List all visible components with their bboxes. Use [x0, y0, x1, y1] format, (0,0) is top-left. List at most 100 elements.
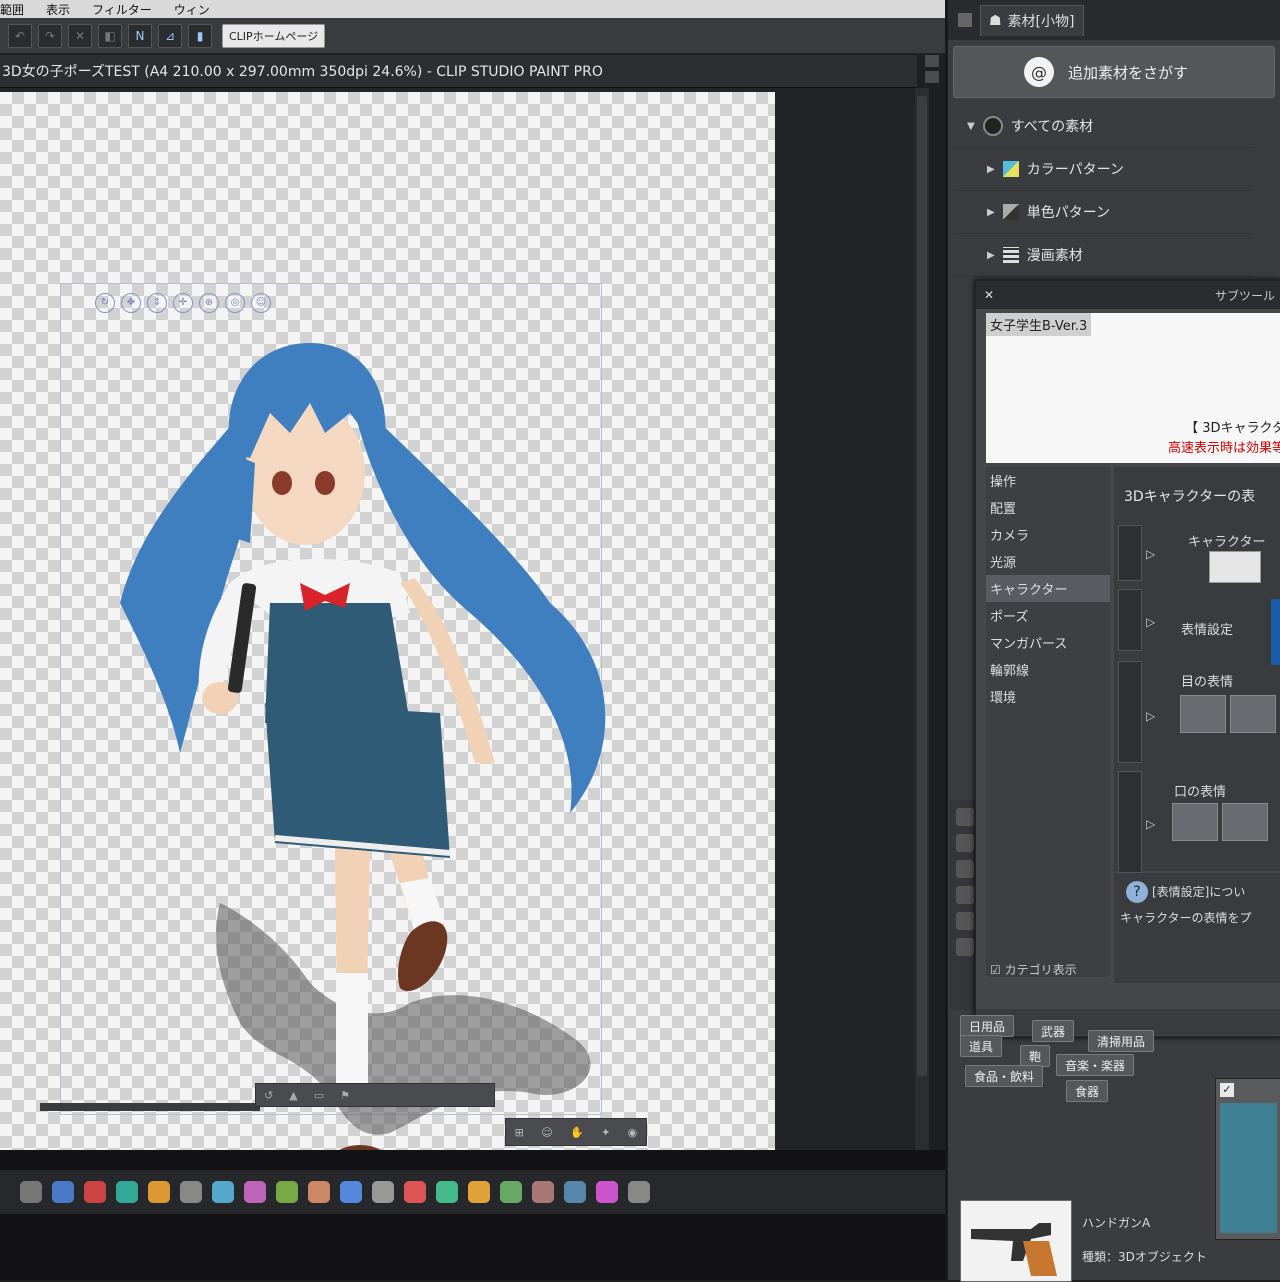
palette-menu-icon[interactable] [958, 13, 972, 27]
tool-icon[interactable] [956, 834, 974, 852]
handgun-thumbnail[interactable] [960, 1200, 1072, 1282]
tool-icon[interactable] [956, 938, 974, 956]
app-icon[interactable] [372, 1181, 394, 1203]
search-more-materials-button[interactable]: @ 追加素材をさがす [953, 46, 1275, 98]
lock-icon[interactable]: ◉ [628, 1126, 638, 1139]
category-item-selected[interactable]: キャラクター [986, 575, 1110, 602]
app-icon[interactable] [148, 1181, 170, 1203]
menu-item-view[interactable]: 表示 [46, 1, 70, 18]
tab-materials-props[interactable]: ☗ 素材[小物] [980, 4, 1084, 36]
clip-homepage-button[interactable]: CLIPホームページ [222, 23, 326, 48]
maximize-icon[interactable] [925, 71, 939, 83]
tree-item-color-pattern[interactable]: ▶ カラーパターン [953, 148, 1253, 191]
category-item[interactable]: 環境 [986, 683, 1110, 710]
tool-icon[interactable] [956, 808, 974, 826]
tag-music[interactable]: 音楽・楽器 [1056, 1054, 1135, 1076]
menu-item-window[interactable]: ウィン [174, 1, 210, 18]
expand-right-icon[interactable]: ▶ [987, 164, 995, 175]
tag-weapon[interactable]: 武器 [1032, 1020, 1075, 1042]
canvas-area[interactable]: ↻ ✥ ⇕ ✛ ⊕ ◎ ☺ ↺ ▲ ▭ ⚑ ⊞ ☺ ✋ ✦ ◉ [0, 88, 915, 1150]
category-item[interactable]: 操作 [986, 467, 1110, 494]
app-icon[interactable] [116, 1181, 138, 1203]
align-icon[interactable]: ▭ [314, 1089, 324, 1102]
expand-down-icon[interactable]: ▼ [967, 121, 975, 132]
face-icon[interactable]: ☺ [541, 1126, 552, 1139]
tag-tableware[interactable]: 食器 [1066, 1080, 1109, 1102]
tag-tools[interactable]: 道具 [960, 1035, 1003, 1057]
tree-item-all-materials[interactable]: ▼ すべての素材 [953, 105, 1253, 148]
category-display-checkbox[interactable]: ☑ カテゴリ表示 [990, 961, 1077, 978]
expand-right-icon[interactable]: ▷ [1146, 547, 1158, 561]
app-icon[interactable] [436, 1181, 458, 1203]
app-icon[interactable] [212, 1181, 234, 1203]
app-icon[interactable] [564, 1181, 586, 1203]
help-question-icon[interactable]: ? [1126, 881, 1148, 903]
tag-bag[interactable]: 鞄 [1020, 1045, 1051, 1067]
finder-icon[interactable] [20, 1181, 42, 1203]
canvas-vertical-scrollbar[interactable] [915, 88, 929, 1150]
eye-toggle-icon[interactable] [1118, 589, 1142, 651]
expression-preview[interactable] [1271, 599, 1280, 665]
tree-item-manga-material[interactable]: ▶ 漫画素材 [953, 234, 1253, 277]
app-icon[interactable] [532, 1181, 554, 1203]
minimize-icon[interactable] [925, 55, 939, 67]
category-item[interactable]: 光源 [986, 548, 1110, 575]
menu-item-range[interactable]: 範囲 [0, 1, 24, 18]
menu-item-filter[interactable]: フィルター [92, 1, 152, 18]
tree-item-mono-pattern[interactable]: ▶ 単色パターン [953, 191, 1253, 234]
trash-icon[interactable] [628, 1181, 650, 1203]
tool-icon[interactable] [956, 912, 974, 930]
eye-expression-button[interactable] [1180, 695, 1226, 733]
eye-toggle-icon[interactable] [1118, 771, 1142, 873]
app-icon[interactable] [180, 1181, 202, 1203]
app-icon[interactable] [340, 1181, 362, 1203]
category-item[interactable]: 輪郭線 [986, 656, 1110, 683]
pose-select-icon[interactable]: ⊞ [515, 1126, 524, 1139]
app-icon[interactable] [596, 1181, 618, 1203]
expand-right-icon[interactable]: ▶ [987, 207, 995, 218]
snap-grid-icon[interactable]: ▮ [188, 23, 212, 48]
tool-icon[interactable] [956, 860, 974, 878]
fill-icon[interactable]: ◧ [98, 23, 122, 48]
app-icon[interactable] [276, 1181, 298, 1203]
close-icon[interactable]: ✕ [984, 288, 998, 302]
category-item[interactable]: カメラ [986, 521, 1110, 548]
clear-icon[interactable]: ✕ [68, 23, 92, 48]
category-item[interactable]: 配置 [986, 494, 1110, 521]
hand-pose-icon[interactable]: ✋ [570, 1126, 584, 1139]
app-icon[interactable] [244, 1181, 266, 1203]
app-icon[interactable] [52, 1181, 74, 1203]
expand-right-icon[interactable]: ▷ [1146, 615, 1158, 629]
snap-ruler-icon[interactable]: N [128, 23, 152, 48]
snap-special-ruler-icon[interactable]: ⊿ [158, 23, 182, 48]
mouth-expression-button[interactable] [1172, 803, 1218, 841]
eye-toggle-icon[interactable] [1118, 525, 1142, 581]
expand-right-icon[interactable]: ▷ [1146, 817, 1158, 831]
app-icon[interactable] [468, 1181, 490, 1203]
app-icon[interactable] [500, 1181, 522, 1203]
flag-icon[interactable]: ⚑ [340, 1089, 350, 1102]
app-icon[interactable] [308, 1181, 330, 1203]
scrollbar-thumb[interactable] [917, 96, 927, 1076]
checkbox-check-icon[interactable]: ✓ [1220, 1083, 1234, 1097]
material-thumbnail[interactable]: ✓ [1215, 1078, 1280, 1240]
3d-character-model[interactable] [110, 283, 650, 1150]
joint-icon[interactable]: ✦ [601, 1126, 610, 1139]
mouth-expression-button[interactable] [1222, 803, 1268, 841]
category-item[interactable]: ポーズ [986, 602, 1110, 629]
tag-cleaning[interactable]: 清掃用品 [1088, 1030, 1155, 1052]
app-icon[interactable] [84, 1181, 106, 1203]
category-item[interactable]: マンガパース [986, 629, 1110, 656]
app-icon[interactable] [404, 1181, 426, 1203]
tag-daily-goods[interactable]: 日用品 [960, 1015, 1015, 1037]
ground-icon[interactable]: ▲ [289, 1089, 297, 1102]
redo-icon[interactable]: ↷ [38, 23, 62, 48]
rotate-object-icon[interactable]: ↺ [264, 1089, 273, 1102]
expand-right-icon[interactable]: ▷ [1146, 709, 1158, 723]
undo-icon[interactable]: ↶ [8, 23, 32, 48]
expand-right-icon[interactable]: ▶ [987, 250, 995, 261]
tag-food[interactable]: 食品・飲料 [965, 1065, 1044, 1087]
eye-expression-button[interactable] [1230, 695, 1276, 733]
eye-toggle-icon[interactable] [1118, 661, 1142, 763]
tool-icon[interactable] [956, 886, 974, 904]
